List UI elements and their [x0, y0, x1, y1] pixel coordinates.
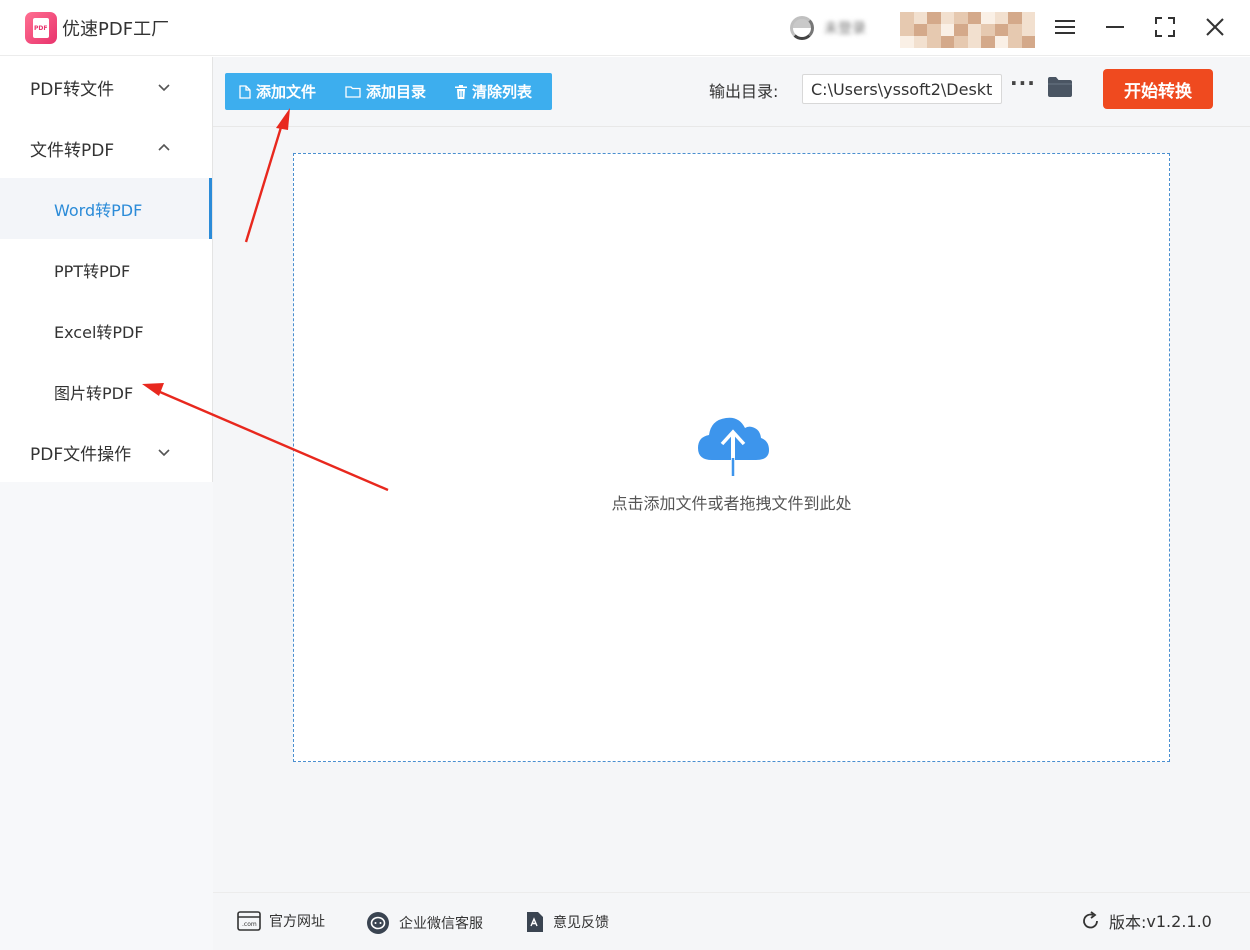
- clear-list-label: 清除列表: [472, 83, 533, 101]
- feedback-icon: [527, 912, 543, 932]
- sidebar-item-excel-to-pdf[interactable]: Excel转PDF: [0, 300, 212, 361]
- sidebar: PDF转文件 文件转PDF Word转PDF PPT转PDF Excel转PDF…: [0, 57, 213, 482]
- drop-hint-text: 点击添加文件或者拖拽文件到此处: [611, 494, 852, 513]
- version-number: v1.2.1.0: [1146, 911, 1212, 931]
- open-folder-icon[interactable]: [1047, 76, 1073, 102]
- close-icon[interactable]: [1200, 12, 1230, 42]
- refresh-icon: [1083, 911, 1098, 929]
- sidebar-empty-area: [0, 482, 213, 950]
- app-title: 优速PDF工厂: [62, 19, 170, 40]
- feedback-link[interactable]: 意见反馈: [525, 911, 609, 933]
- add-directory-label: 添加目录: [366, 83, 427, 101]
- official-website-link[interactable]: .com 官方网址: [237, 911, 325, 931]
- sidebar-item-label: Excel转PDF: [54, 322, 144, 342]
- file-action-group: 添加文件 添加目录 清除列表: [225, 73, 552, 110]
- toolbar: 添加文件 添加目录 清除列表 输出目录: ··· 开始转换: [213, 57, 1250, 127]
- feedback-label: 意见反馈: [553, 915, 609, 931]
- add-directory-button[interactable]: 添加目录: [345, 73, 426, 110]
- avatar[interactable]: [790, 16, 814, 40]
- version-info[interactable]: 版本: v1.2.1.0: [1081, 909, 1212, 933]
- more-options-button[interactable]: ···: [1010, 71, 1036, 95]
- output-directory-label: 输出目录:: [709, 82, 779, 101]
- website-icon: .com: [237, 911, 261, 931]
- sidebar-item-word-to-pdf[interactable]: Word转PDF: [0, 178, 212, 239]
- website-label: 官方网址: [269, 914, 325, 930]
- sidebar-item-label: 图片转PDF: [54, 383, 134, 403]
- user-name[interactable]: 未登录: [824, 18, 866, 38]
- sidebar-group-pdf-to-file[interactable]: PDF转文件: [0, 57, 212, 117]
- chat-support-icon: [367, 912, 389, 934]
- app-logo-icon: PDF: [25, 12, 57, 44]
- chevron-down-icon: [158, 449, 170, 457]
- chevron-up-icon: [158, 143, 170, 151]
- start-convert-button[interactable]: 开始转换: [1103, 69, 1213, 109]
- main-panel: 添加文件 添加目录 清除列表 输出目录: ··· 开始转换 点击添加文件或者拖拽…: [213, 57, 1250, 892]
- version-label: 版本:: [1109, 913, 1147, 932]
- wechat-support-link[interactable]: 企业微信客服: [365, 911, 483, 935]
- sidebar-group-file-to-pdf[interactable]: 文件转PDF: [0, 118, 212, 178]
- minimize-icon[interactable]: [1100, 12, 1130, 42]
- svg-text:.com: .com: [242, 921, 257, 928]
- fullscreen-icon[interactable]: [1150, 12, 1180, 42]
- file-drop-zone[interactable]: 点击添加文件或者拖拽文件到此处: [293, 153, 1170, 762]
- add-file-button[interactable]: 添加文件: [239, 73, 316, 110]
- footer: .com 官方网址 企业微信客服 意见反馈 版本: v1.2.1.0: [213, 892, 1250, 950]
- cloud-upload-icon: [698, 417, 769, 476]
- output-directory-input[interactable]: [802, 74, 1002, 104]
- add-file-label: 添加文件: [256, 83, 317, 101]
- sidebar-item-label: Word转PDF: [54, 200, 143, 220]
- user-account[interactable]: 未登录: [790, 14, 880, 40]
- sidebar-item-ppt-to-pdf[interactable]: PPT转PDF: [0, 239, 212, 300]
- logo-text: PDF: [34, 25, 48, 32]
- title-bar: PDF 优速PDF工厂 未登录: [0, 0, 1250, 56]
- sidebar-group-pdf-operations[interactable]: PDF文件操作: [0, 422, 212, 482]
- chevron-down-icon: [158, 84, 170, 92]
- trash-icon: [455, 84, 467, 99]
- file-icon: [239, 84, 251, 99]
- sidebar-group-label: 文件转PDF: [30, 140, 115, 161]
- folder-outline-icon: [345, 86, 361, 98]
- redacted-banner: [900, 12, 1035, 48]
- sidebar-item-image-to-pdf[interactable]: 图片转PDF: [0, 361, 212, 422]
- sidebar-group-label: PDF文件操作: [30, 444, 132, 465]
- sidebar-item-label: PPT转PDF: [54, 261, 131, 281]
- hamburger-menu-icon[interactable]: [1050, 12, 1080, 42]
- wechat-label: 企业微信客服: [399, 916, 483, 932]
- clear-list-button[interactable]: 清除列表: [455, 73, 532, 110]
- sidebar-group-label: PDF转文件: [30, 79, 115, 100]
